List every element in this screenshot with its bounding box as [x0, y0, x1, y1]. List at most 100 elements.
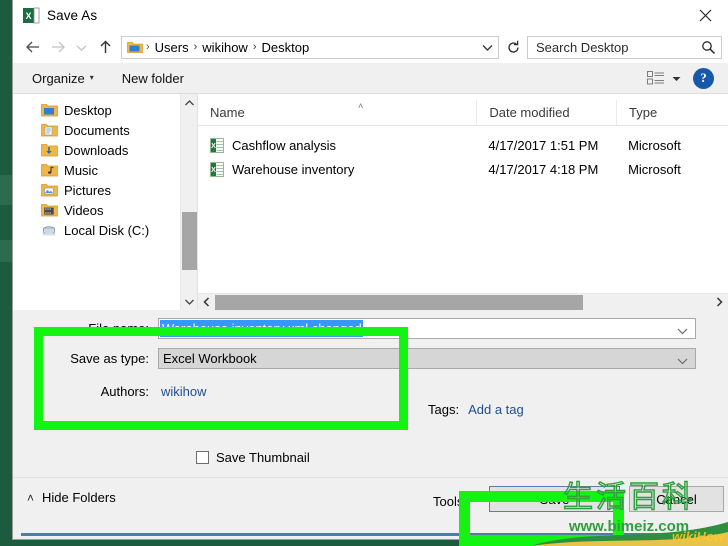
scroll-up-chevron-up-icon[interactable]	[181, 94, 197, 111]
save-as-dialog: X Save As	[12, 0, 728, 540]
browser-content: Desktop Documents	[13, 94, 728, 310]
hscroll-track[interactable]	[215, 295, 711, 310]
hide-folders-button[interactable]: ˄ Hide Folders	[27, 490, 116, 505]
folder-downloads-icon	[41, 143, 59, 158]
breadcrumb-item-2[interactable]: Desktop	[258, 40, 312, 55]
excel-icon: X	[23, 7, 40, 24]
column-label: Name	[210, 105, 245, 120]
save-as-type-label: Save as type:	[13, 351, 158, 366]
svg-text:X: X	[211, 167, 216, 174]
disk-icon	[41, 223, 59, 238]
column-header-type[interactable]: Type	[616, 100, 728, 125]
sidebar-item-downloads[interactable]: Downloads	[13, 140, 197, 160]
scroll-left-chevron-left-icon[interactable]	[198, 294, 215, 311]
file-name-label: Cashflow analysis	[232, 138, 336, 153]
file-name-label: Warehouse inventory	[232, 162, 354, 177]
file-date-cell: 4/17/2017 4:18 PM	[476, 162, 616, 177]
sidebar-item-documents[interactable]: Documents	[13, 120, 197, 140]
sidebar-item-label: Desktop	[64, 103, 112, 118]
file-name-input[interactable]: Warehouse inventory xml changed	[158, 318, 696, 339]
save-thumbnail-checkbox[interactable]	[196, 451, 209, 464]
dialog-footer: ˄ Hide Folders Tools Save Cancel	[13, 477, 728, 539]
search-icon[interactable]	[695, 40, 721, 55]
breadcrumb-item-1[interactable]: wikihow	[199, 40, 251, 55]
new-folder-label: New folder	[122, 71, 184, 86]
cancel-button[interactable]: Cancel	[629, 486, 724, 512]
excel-file-icon: X	[210, 138, 224, 153]
table-row[interactable]: X Cashflow analysis 4/17/2017 1:51 PM Mi…	[198, 133, 728, 157]
chevron-up-icon: ˄	[27, 491, 34, 505]
new-folder-button[interactable]: New folder	[115, 68, 191, 89]
scroll-right-chevron-right-icon[interactable]	[711, 294, 728, 311]
view-chevron-down-icon[interactable]	[672, 69, 681, 87]
close-button[interactable]	[682, 0, 728, 31]
tools-button[interactable]: Tools	[425, 490, 471, 513]
authors-value[interactable]: wikihow	[158, 384, 207, 399]
sidebar-item-music[interactable]: Music	[13, 160, 197, 180]
sidebar-item-label: Music	[64, 163, 98, 178]
address-bar: › Users › wikihow › Desktop	[13, 31, 728, 63]
save-as-type-chevron-down-icon[interactable]	[677, 352, 688, 370]
sidebar-item-videos[interactable]: Videos	[13, 200, 197, 220]
column-header-name[interactable]: Name ˄	[198, 100, 476, 125]
save-label: Save	[540, 492, 570, 507]
column-label: Date modified	[489, 105, 569, 120]
save-thumbnail-row[interactable]: Save Thumbnail	[196, 450, 310, 465]
sidebar-item-label: Downloads	[64, 143, 128, 158]
navigation-scrollbar[interactable]	[180, 94, 197, 310]
column-header-date-modified[interactable]: Date modified	[476, 100, 616, 125]
sidebar-item-desktop[interactable]: Desktop	[13, 100, 197, 120]
search-input[interactable]: Search Desktop	[527, 36, 722, 59]
save-as-type-select[interactable]: Excel Workbook	[158, 348, 696, 369]
file-date-cell: 4/17/2017 1:51 PM	[476, 138, 616, 153]
command-toolbar: Organize ▾ New folder	[13, 63, 728, 94]
tags-label: Tags:	[428, 402, 459, 417]
file-name-chevron-down-icon[interactable]	[677, 322, 688, 340]
horizontal-scrollbar[interactable]	[198, 293, 728, 310]
address-input[interactable]: › Users › wikihow › Desktop	[121, 36, 499, 59]
sidebar-item-label: Local Disk (C:)	[64, 223, 149, 238]
file-list-pane: Name ˄ Date modified Type	[198, 94, 728, 310]
refresh-icon[interactable]	[501, 35, 525, 59]
sidebar-item-pictures[interactable]: Pictures	[13, 180, 197, 200]
sidebar-item-label: Documents	[64, 123, 130, 138]
title-bar: X Save As	[13, 0, 728, 31]
svg-text:X: X	[25, 11, 31, 21]
folder-documents-icon	[41, 123, 59, 138]
sidebar-item-local-disk-c[interactable]: Local Disk (C:)	[13, 220, 197, 240]
scroll-track[interactable]	[182, 111, 197, 212]
breadcrumb: › Users › wikihow › Desktop	[146, 40, 476, 55]
navigation-pane: Desktop Documents	[13, 94, 197, 310]
add-a-tag-link[interactable]: Add a tag	[468, 402, 524, 417]
hscroll-thumb[interactable]	[215, 295, 583, 310]
screen-root: X Save As	[0, 0, 728, 546]
authors-row: Authors: wikihow	[13, 380, 728, 402]
folder-music-icon	[41, 163, 59, 178]
scroll-thumb[interactable]	[182, 212, 197, 270]
forward-arrow-icon[interactable]	[45, 35, 69, 59]
up-arrow-icon[interactable]	[93, 35, 117, 59]
column-label: Type	[629, 105, 657, 120]
column-header-row: Name ˄ Date modified Type	[198, 100, 728, 126]
window-title: Save As	[47, 8, 97, 23]
folder-videos-icon	[41, 203, 59, 218]
tools-label: Tools	[433, 494, 463, 509]
save-button[interactable]: Save	[489, 486, 620, 512]
breadcrumb-item-0[interactable]: Users	[152, 40, 192, 55]
back-arrow-icon[interactable]	[21, 35, 45, 59]
save-form: File name: Warehouse inventory xml chang…	[13, 316, 728, 466]
view-list-icon[interactable]	[647, 70, 665, 86]
help-label: ?	[700, 70, 707, 86]
address-chevron-down-icon[interactable]	[476, 43, 498, 52]
help-button[interactable]: ?	[693, 68, 714, 89]
recent-locations-chevron-down-icon[interactable]	[69, 35, 93, 59]
folder-pictures-icon	[41, 183, 59, 198]
table-row[interactable]: X Warehouse inventory 4/17/2017 4:18 PM …	[198, 157, 728, 181]
breadcrumb-sep-2: ›	[251, 41, 259, 53]
organize-button[interactable]: Organize ▾	[25, 68, 101, 89]
sidebar-item-label: Pictures	[64, 183, 111, 198]
hide-folders-label: Hide Folders	[42, 490, 116, 505]
footer-accent-line	[21, 533, 728, 536]
svg-text:X: X	[211, 143, 216, 150]
scroll-down-chevron-down-icon[interactable]	[181, 293, 197, 310]
